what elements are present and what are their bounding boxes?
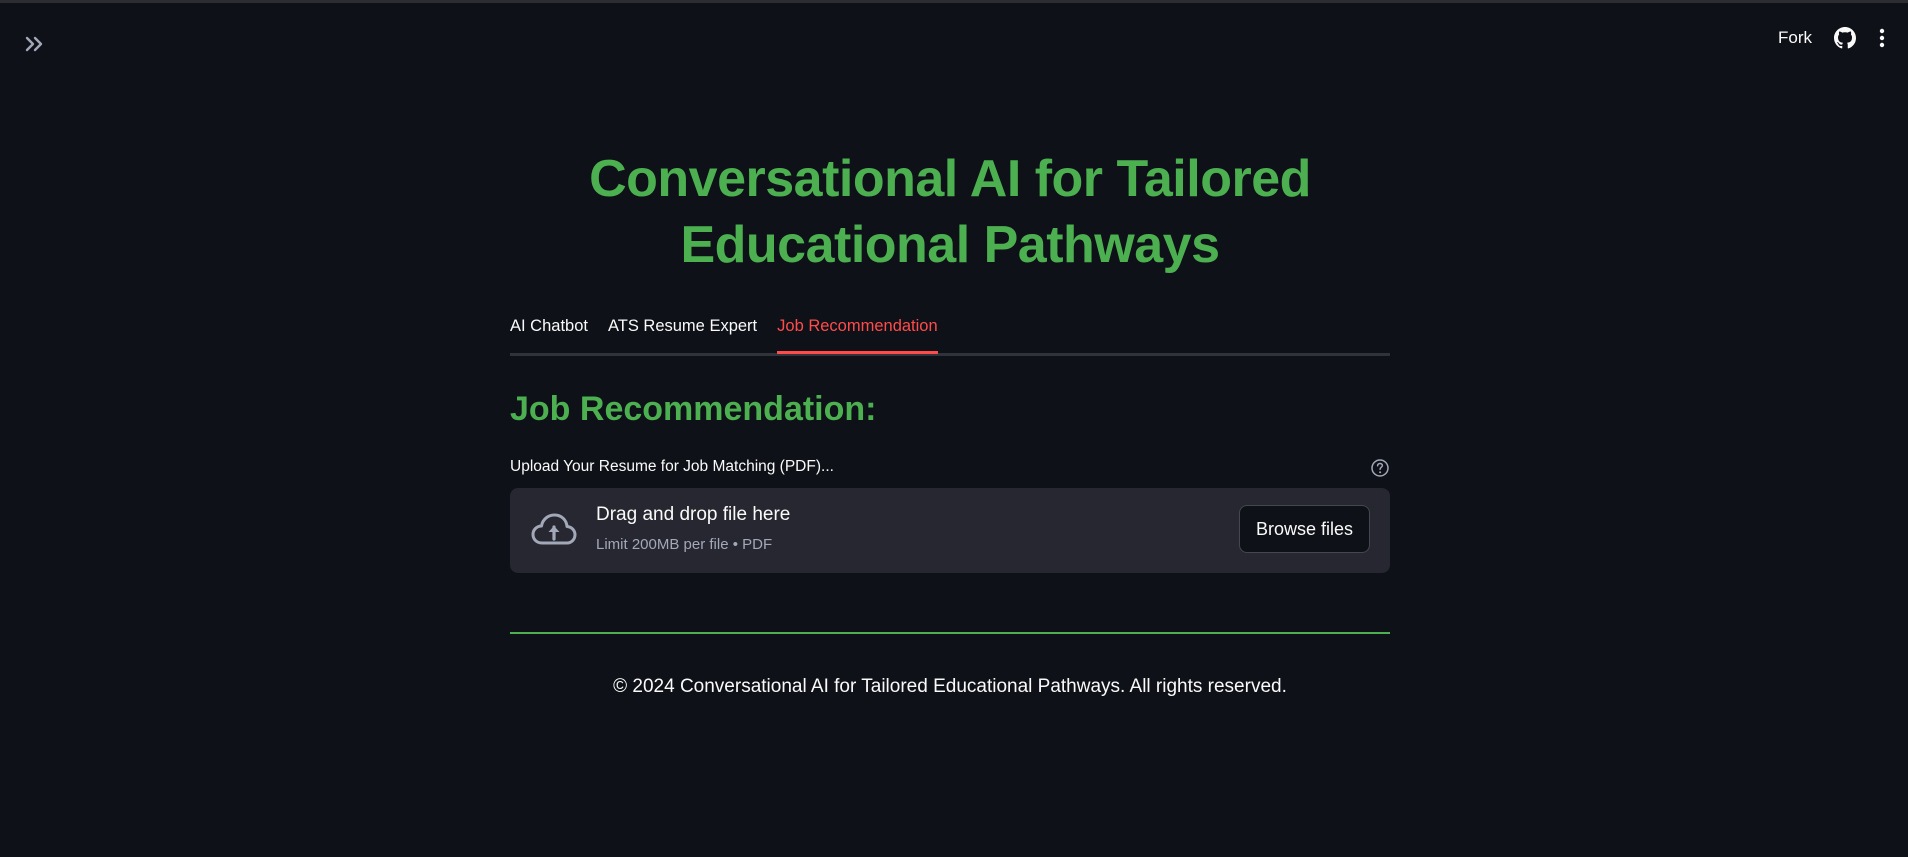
cloud-upload-icon xyxy=(530,510,578,550)
tab-ai-chatbot[interactable]: AI Chatbot xyxy=(510,315,588,351)
file-dropzone[interactable]: Drag and drop file here Limit 200MB per … xyxy=(510,488,1390,573)
double-chevron-right-icon[interactable] xyxy=(20,29,50,59)
fork-button[interactable]: Fork xyxy=(1778,28,1812,48)
footer-divider xyxy=(510,632,1390,634)
kebab-menu-icon[interactable] xyxy=(1878,27,1886,49)
section-heading: Job Recommendation: xyxy=(510,390,877,428)
tab-ats-resume-expert[interactable]: ATS Resume Expert xyxy=(608,315,757,351)
browse-files-button[interactable]: Browse files xyxy=(1239,505,1370,553)
help-icon[interactable] xyxy=(1370,458,1390,478)
dropzone-limit-text: Limit 200MB per file • PDF xyxy=(596,536,773,553)
uploader-label: Upload Your Resume for Job Matching (PDF… xyxy=(510,458,834,475)
tab-job-recommendation[interactable]: Job Recommendation xyxy=(777,315,938,354)
app-window: Fork Conversational AI for Tailored Educ… xyxy=(0,0,1908,857)
tab-bar: AI Chatbot ATS Resume Expert Job Recomme… xyxy=(510,315,1390,356)
page-title: Conversational AI for Tailored Education… xyxy=(589,150,1311,274)
footer-copyright: © 2024 Conversational AI for Tailored Ed… xyxy=(613,676,1287,697)
top-header: Fork xyxy=(0,3,1908,83)
header-actions: Fork xyxy=(1778,27,1886,49)
dropzone-title: Drag and drop file here xyxy=(596,504,791,525)
github-icon[interactable] xyxy=(1834,27,1856,49)
